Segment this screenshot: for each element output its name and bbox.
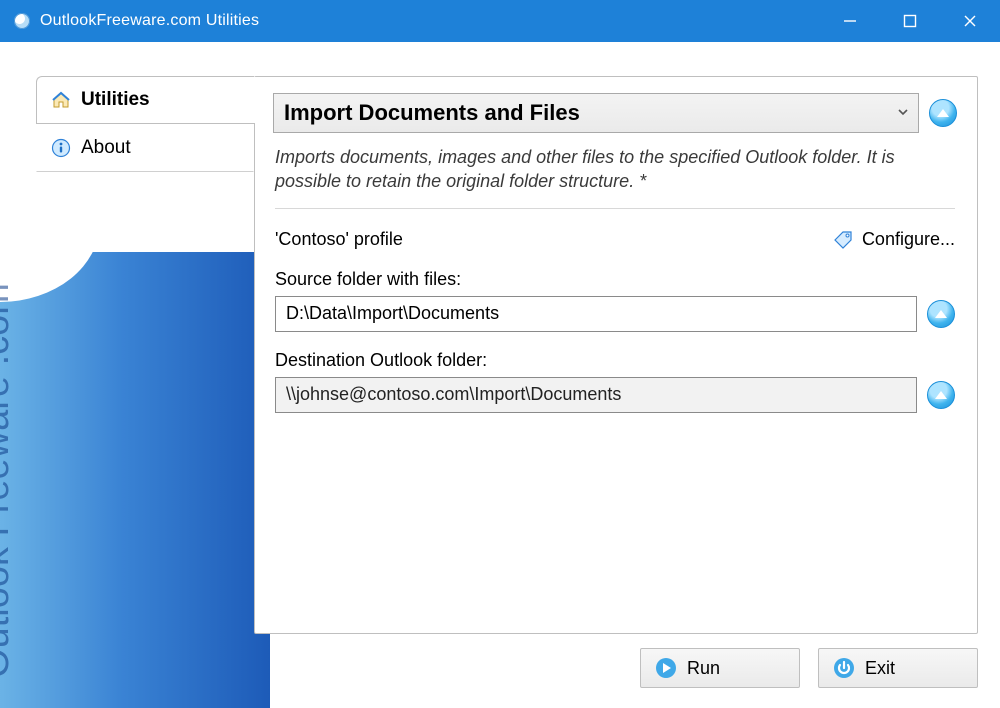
footer-buttons: Run Exit xyxy=(640,648,978,688)
run-button[interactable]: Run xyxy=(640,648,800,688)
configure-label: Configure... xyxy=(862,229,955,250)
tab-about[interactable]: About xyxy=(36,124,254,172)
utility-selector[interactable]: Import Documents and Files xyxy=(273,93,919,133)
source-folder-input[interactable] xyxy=(275,296,917,332)
maximize-icon xyxy=(903,14,917,28)
window-title: OutlookFreeware.com Utilities xyxy=(40,12,259,30)
exit-button[interactable]: Exit xyxy=(818,648,978,688)
destination-browse-button[interactable] xyxy=(927,381,955,409)
destination-folder-input[interactable] xyxy=(275,377,917,413)
tab-utilities-label: Utilities xyxy=(81,89,150,111)
tab-utilities[interactable]: Utilities xyxy=(36,76,254,124)
close-button[interactable] xyxy=(940,0,1000,42)
home-icon xyxy=(51,90,71,110)
exit-button-label: Exit xyxy=(865,658,895,679)
main-panel: Import Documents and Files Imports docum… xyxy=(254,76,978,634)
close-icon xyxy=(963,14,977,28)
tag-icon xyxy=(832,229,854,251)
info-icon xyxy=(51,138,71,158)
source-folder-label: Source folder with files: xyxy=(275,269,955,290)
maximize-button[interactable] xyxy=(880,0,940,42)
utility-eject-button[interactable] xyxy=(929,99,957,127)
window-controls xyxy=(820,0,1000,42)
titlebar: OutlookFreeware.com Utilities xyxy=(0,0,1000,42)
app-icon xyxy=(14,13,30,29)
run-button-label: Run xyxy=(687,658,720,679)
play-icon xyxy=(655,657,677,679)
tab-about-label: About xyxy=(81,137,131,159)
chevron-down-icon xyxy=(896,105,910,122)
profile-label: 'Contoso' profile xyxy=(275,229,403,250)
utility-selector-label: Import Documents and Files xyxy=(284,100,580,126)
minimize-icon xyxy=(843,14,857,28)
client-area: Outlook Freeware .com Utilities About xyxy=(0,42,1000,708)
configure-link[interactable]: Configure... xyxy=(832,229,955,251)
sidebar-tabs: Utilities About xyxy=(36,76,254,172)
power-icon xyxy=(833,657,855,679)
source-browse-button[interactable] xyxy=(927,300,955,328)
minimize-button[interactable] xyxy=(820,0,880,42)
utility-description: Imports documents, images and other file… xyxy=(275,145,955,209)
destination-folder-label: Destination Outlook folder: xyxy=(275,350,955,371)
brand-text: Outlook Freeware .com xyxy=(0,283,18,678)
